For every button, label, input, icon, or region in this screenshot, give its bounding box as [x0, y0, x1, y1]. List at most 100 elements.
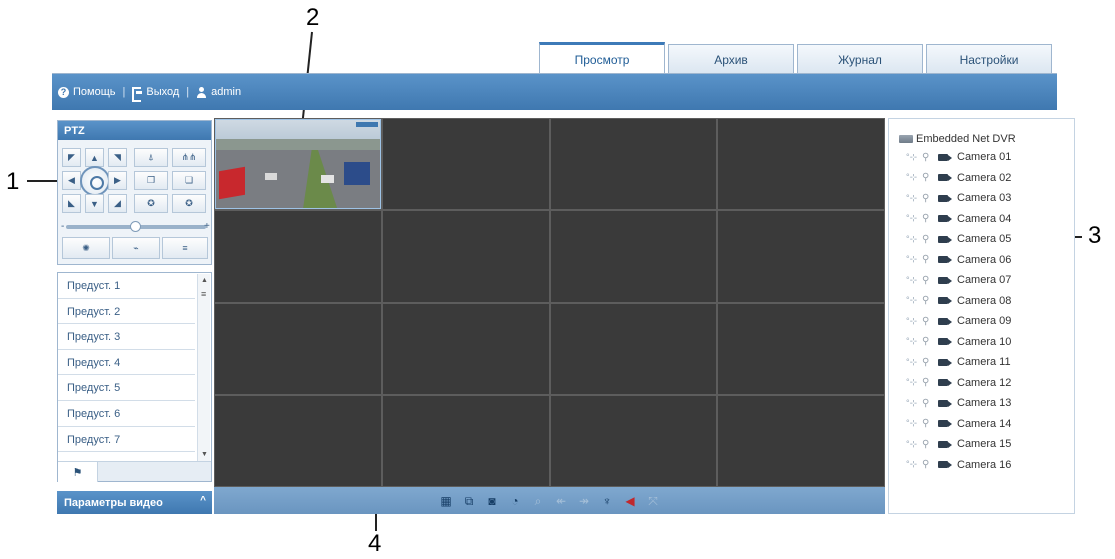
video-cell[interactable] — [550, 303, 717, 394]
ptz-down-left-button[interactable]: ◣ — [62, 194, 81, 213]
preset-item[interactable]: Предуст. 7 — [58, 427, 195, 453]
help-label: Помощь — [73, 86, 116, 98]
zoom-in-button[interactable]: ⍋ — [134, 148, 168, 167]
camera-item[interactable]: °⊹ ⚲ Camera 16 — [889, 455, 1074, 476]
video-cell[interactable] — [382, 119, 549, 210]
camera-item[interactable]: °⊹ ⚲ Camera 15 — [889, 434, 1074, 455]
snapshot-icon[interactable]: ◙ — [485, 493, 500, 508]
video-cell[interactable] — [718, 303, 884, 394]
video-cell[interactable] — [215, 395, 381, 486]
iris-close-button[interactable]: ✪ — [172, 194, 206, 213]
camera-label: Camera 14 — [957, 417, 1012, 430]
volume-icon[interactable]: ◀ — [623, 493, 638, 508]
camera-item[interactable]: °⊹ ⚲ Camera 07 — [889, 270, 1074, 291]
camera-item[interactable]: °⊹ ⚲ Camera 10 — [889, 332, 1074, 353]
preset-scrollbar[interactable]: ▲ ≡ ▼ — [197, 274, 210, 461]
fullscreen-icon[interactable]: ⤧ — [646, 493, 661, 508]
ptz-up-button[interactable]: ▲ — [85, 148, 104, 167]
camera-item[interactable]: °⊹ ⚲ Camera 12 — [889, 373, 1074, 394]
preset-item[interactable]: Предуст. 1 — [58, 273, 195, 299]
record-status-icon: ⚲ — [922, 377, 930, 389]
tab-view[interactable]: Просмотр — [539, 42, 665, 74]
record-status-icon: ⚲ — [922, 295, 930, 307]
preset-panel: Предуст. 1 Предуст. 2 Предуст. 3 Предуст… — [57, 272, 212, 482]
video-cell[interactable] — [718, 211, 884, 302]
ptz-left-button[interactable]: ◀ — [62, 171, 81, 190]
ptz-down-button[interactable]: ▼ — [85, 194, 104, 213]
window-icon: ❏ — [184, 175, 194, 185]
iris-open-button[interactable]: ✪ — [134, 194, 168, 213]
scroll-down-icon[interactable]: ▼ — [201, 451, 208, 458]
video-cell[interactable] — [382, 211, 549, 302]
camera-item[interactable]: °⊹ ⚲ Camera 02 — [889, 168, 1074, 189]
camera-item[interactable]: °⊹ ⚲ Camera 05 — [889, 229, 1074, 250]
video-cell[interactable] — [550, 119, 717, 210]
video-cell[interactable] — [550, 395, 717, 486]
camera-item[interactable]: °⊹ ⚲ Camera 09 — [889, 311, 1074, 332]
camera-item[interactable]: °⊹ ⚲ Camera 08 — [889, 291, 1074, 312]
window-icon[interactable]: ⧉ — [462, 493, 477, 508]
ptz-right-button[interactable]: ▶ — [108, 171, 127, 190]
tab-log[interactable]: Журнал — [797, 44, 923, 74]
preset-tab[interactable]: ⚑ — [58, 462, 98, 482]
camera-item[interactable]: °⊹ ⚲ Camera 13 — [889, 393, 1074, 414]
help-link[interactable]: ? Помощь — [58, 86, 116, 98]
camera-icon — [938, 173, 953, 182]
user-link[interactable]: admin — [196, 86, 241, 98]
layout-icon[interactable]: ▦ — [439, 493, 454, 508]
camera-item[interactable]: °⊹ ⚲ Camera 06 — [889, 250, 1074, 271]
link-icon: °⊹ — [906, 254, 918, 265]
video-cell[interactable] — [718, 119, 884, 210]
callout-1: 1 — [6, 168, 20, 195]
slider-minus: - — [61, 221, 65, 232]
focus-far-button[interactable]: ❏ — [172, 171, 206, 190]
ptz-up-right-button[interactable]: ◥ — [108, 148, 127, 167]
camera-item[interactable]: °⊹ ⚲ Camera 11 — [889, 352, 1074, 373]
preset-item[interactable]: Предуст. 3 — [58, 324, 195, 350]
scroll-up-icon[interactable]: ▲ — [201, 277, 208, 284]
camera-icon — [938, 153, 953, 162]
focus-near-button[interactable]: ❐ — [134, 171, 168, 190]
ptz-auto-scan-button[interactable] — [80, 166, 110, 196]
scroll-thumb-icon[interactable]: ≡ — [201, 289, 206, 299]
camera-item[interactable]: °⊹ ⚲ Camera 04 — [889, 209, 1074, 230]
tree-root[interactable]: Embedded Net DVR — [889, 130, 1074, 147]
camera-label: Camera 04 — [957, 212, 1012, 225]
preset-item[interactable]: Предуст. 4 — [58, 350, 195, 376]
preset-item[interactable]: Предуст. 6 — [58, 401, 195, 427]
camera-icon — [938, 440, 953, 449]
ptz-speed-slider-knob[interactable] — [130, 221, 141, 232]
camera-item[interactable]: °⊹ ⚲ Camera 14 — [889, 414, 1074, 435]
zoom-icon[interactable]: ⌕ — [531, 493, 546, 508]
camera-label: Camera 07 — [957, 274, 1012, 287]
camera-item[interactable]: °⊹ ⚲ Camera 01 — [889, 147, 1074, 168]
video-cell-live[interactable] — [215, 119, 381, 210]
video-cell[interactable] — [382, 395, 549, 486]
camera-item[interactable]: °⊹ ⚲ Camera 03 — [889, 188, 1074, 209]
tab-archive[interactable]: Архив — [668, 44, 794, 74]
video-cell[interactable] — [382, 303, 549, 394]
logout-link[interactable]: Выход — [132, 86, 179, 102]
record-icon[interactable]: ◔ — [508, 493, 523, 508]
video-cell[interactable] — [215, 211, 381, 302]
video-params-header[interactable]: Параметры видео ^ — [57, 491, 212, 514]
camera-label: Camera 13 — [957, 397, 1012, 410]
user-label: admin — [211, 86, 242, 98]
preset-item[interactable]: Предуст. 2 — [58, 299, 195, 325]
microphone-icon[interactable]: ♆ — [600, 493, 615, 508]
zoom-out-button[interactable]: ⋔⋔ — [172, 148, 206, 167]
preset-item[interactable]: Предуст. 5 — [58, 375, 195, 401]
video-cell[interactable] — [550, 211, 717, 302]
next-icon[interactable]: ↠ — [577, 493, 592, 508]
ptz-down-right-button[interactable]: ◢ — [108, 194, 127, 213]
camera-icon — [938, 235, 953, 244]
ptz-up-left-button[interactable]: ◤ — [62, 148, 81, 167]
video-cell[interactable] — [215, 303, 381, 394]
light-button[interactable]: ✺ — [62, 237, 110, 259]
menu-button[interactable]: ≡ — [162, 237, 208, 259]
video-cell[interactable] — [718, 395, 884, 486]
wiper-button[interactable]: ⌁ — [112, 237, 160, 259]
tab-settings[interactable]: Настройки — [926, 44, 1052, 74]
prev-icon[interactable]: ↞ — [554, 493, 569, 508]
camera-label: Camera 10 — [957, 335, 1012, 348]
